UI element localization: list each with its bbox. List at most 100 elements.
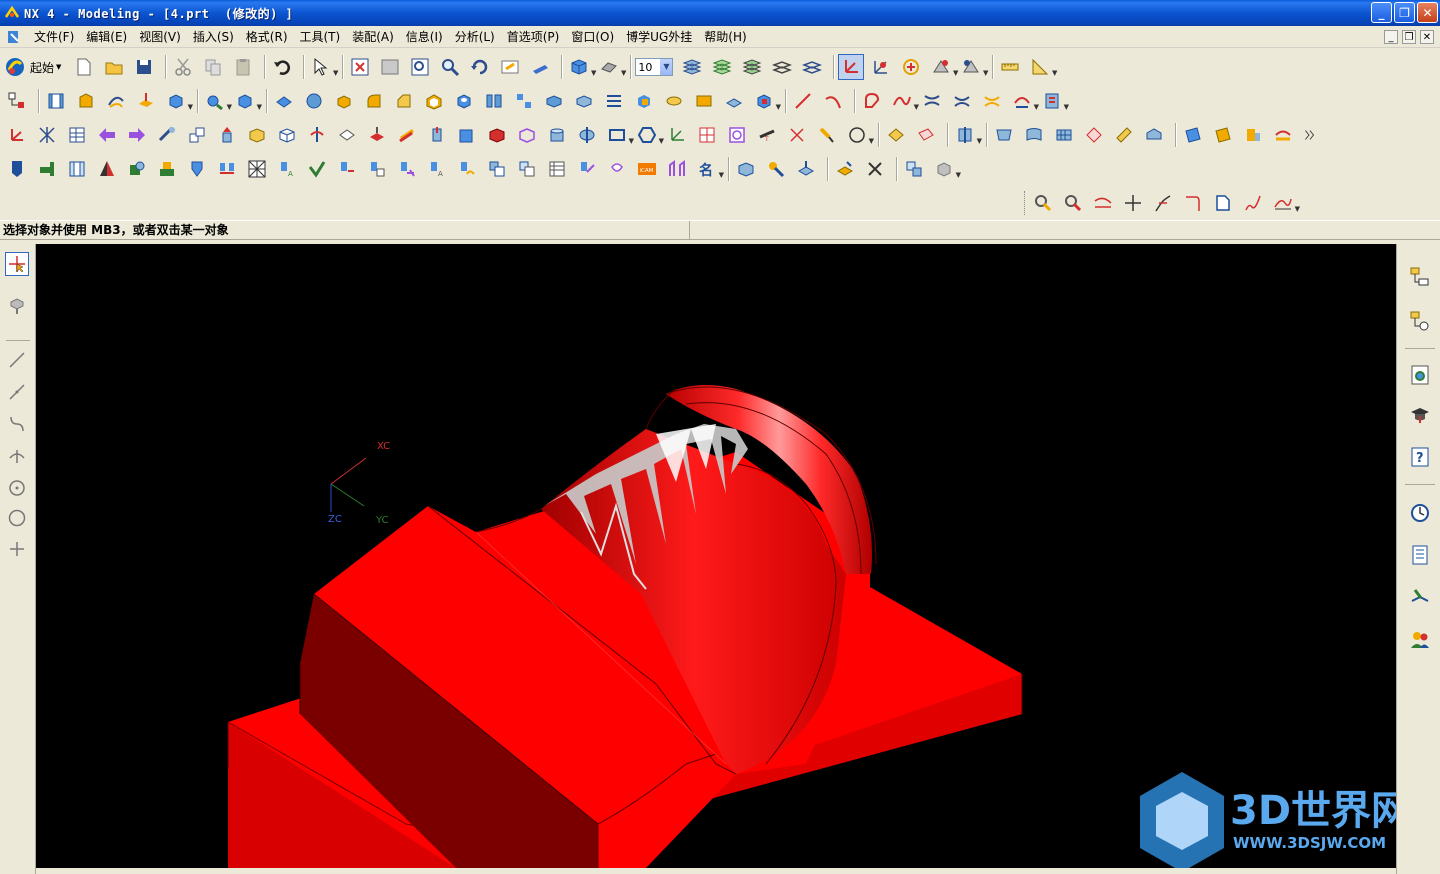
wcs-save-button[interactable]: ▼: [958, 54, 988, 80]
extension-button[interactable]: [1240, 122, 1266, 148]
zoom-window-button[interactable]: [377, 54, 403, 80]
project-curve-button[interactable]: [979, 88, 1005, 114]
save-button[interactable]: [131, 54, 157, 80]
helix-button[interactable]: [784, 122, 810, 148]
selection-button[interactable]: ▼: [308, 54, 338, 80]
scale-body-button[interactable]: ▼: [751, 88, 781, 114]
bridge-surface-button[interactable]: [1111, 122, 1137, 148]
smooth-spline-button[interactable]: ▼: [1270, 190, 1300, 216]
naming-button[interactable]: 名 ▼: [694, 156, 724, 182]
perspective-button[interactable]: [527, 54, 553, 80]
curve-analysis-button[interactable]: ▼: [1039, 88, 1069, 114]
spline-button[interactable]: [5, 412, 29, 436]
doc-restore-button[interactable]: ❐: [1402, 30, 1416, 44]
training-tab[interactable]: [1407, 402, 1433, 428]
layer-copy-button[interactable]: [799, 54, 825, 80]
wave-button[interactable]: [832, 156, 858, 182]
sphere-button[interactable]: [301, 88, 327, 114]
wcs-dynamics-button[interactable]: [838, 54, 865, 80]
part-navigator-button[interactable]: [4, 88, 30, 114]
spline-tool-button[interactable]: ▼: [889, 88, 919, 114]
menu-information[interactable]: 信息(I): [400, 28, 449, 45]
layer-category-button[interactable]: [739, 54, 765, 80]
divide-curve-button[interactable]: [1150, 190, 1176, 216]
edit-feature-button[interactable]: ▼: [202, 88, 232, 114]
cavity-button[interactable]: [664, 156, 690, 182]
family-mold-button[interactable]: [154, 156, 180, 182]
menu-format[interactable]: 格式(R): [240, 28, 294, 45]
point-set-button[interactable]: [34, 122, 60, 148]
process-studio-tab[interactable]: [1407, 542, 1433, 568]
transform-button[interactable]: [154, 122, 180, 148]
bridge-curve-button[interactable]: [949, 88, 975, 114]
split-body-button[interactable]: [661, 88, 687, 114]
shell-button[interactable]: [421, 88, 447, 114]
offset-surface-button[interactable]: [1210, 122, 1236, 148]
circle-button[interactable]: [724, 122, 750, 148]
browser-tab[interactable]: [1407, 362, 1433, 388]
draft-button[interactable]: [481, 88, 507, 114]
line-point-button[interactable]: [5, 380, 29, 404]
doc-minimize-button[interactable]: _: [1384, 30, 1398, 44]
menu-insert[interactable]: 插入(S): [187, 28, 240, 45]
move-right-button[interactable]: [124, 122, 150, 148]
marker-button[interactable]: [814, 122, 840, 148]
open-button[interactable]: [101, 54, 127, 80]
line-tool-button[interactable]: [790, 88, 816, 114]
trim-curve-button[interactable]: [1090, 190, 1116, 216]
menu-preferences[interactable]: 首选项(P): [501, 28, 566, 45]
rotate-button[interactable]: [467, 54, 493, 80]
standard-part-button[interactable]: A: [274, 156, 300, 182]
trim-body-button[interactable]: [631, 88, 657, 114]
wire-box-button[interactable]: [274, 122, 300, 148]
toolbar-grip[interactable]: [1024, 191, 1027, 215]
copy-button[interactable]: [200, 54, 226, 80]
workpiece-button[interactable]: [94, 156, 120, 182]
new-button[interactable]: [71, 54, 97, 80]
sub-insert-button[interactable]: [364, 156, 390, 182]
menu-edit[interactable]: 编辑(E): [80, 28, 133, 45]
intersection-curve-button[interactable]: ▼: [1009, 88, 1039, 114]
large-surface-button[interactable]: [1180, 122, 1206, 148]
mold-csys-button[interactable]: [34, 156, 60, 182]
electrode-button[interactable]: [484, 156, 510, 182]
menu-help[interactable]: 帮助(H): [698, 28, 752, 45]
graphics-window[interactable]: XC YC ZC 3D世界网 WWW.3DSJW.COM: [36, 244, 1396, 868]
blend-button[interactable]: [361, 88, 387, 114]
swept-button[interactable]: [1051, 122, 1077, 148]
thicken-button[interactable]: [721, 88, 747, 114]
mirror-body-button[interactable]: [541, 88, 567, 114]
fit-button[interactable]: [347, 54, 373, 80]
assembly-button[interactable]: [733, 156, 759, 182]
sketch-button[interactable]: [43, 88, 69, 114]
extrude-button[interactable]: [73, 88, 99, 114]
wcs-rotate-button[interactable]: [898, 54, 924, 80]
drafting-button[interactable]: ▼: [1027, 54, 1057, 80]
point-button[interactable]: [5, 444, 29, 468]
plane-section-button[interactable]: [364, 122, 390, 148]
minimize-button[interactable]: _: [1371, 2, 1392, 23]
csys-button[interactable]: [664, 122, 690, 148]
ejector-pin-button[interactable]: [304, 156, 330, 182]
instance-button[interactable]: [511, 88, 537, 114]
font-size-select[interactable]: 10 ▼: [635, 58, 674, 76]
polygon-button[interactable]: ▼: [634, 122, 664, 148]
gate-button[interactable]: [394, 156, 420, 182]
close-button[interactable]: ✕: [1417, 2, 1438, 23]
axis-button[interactable]: [574, 122, 600, 148]
menu-window[interactable]: 窗口(O): [565, 28, 620, 45]
ellipse-button[interactable]: ▼: [844, 122, 874, 148]
through-mesh-button[interactable]: [1021, 122, 1047, 148]
doc-close-button[interactable]: ✕: [1420, 30, 1434, 44]
ruled-button[interactable]: [991, 122, 1017, 148]
slider-button[interactable]: [334, 156, 360, 182]
crosshair-button[interactable]: [5, 537, 29, 561]
revolve-curve-button[interactable]: [304, 122, 330, 148]
layer-visible-button[interactable]: [709, 54, 735, 80]
document-icon[interactable]: [6, 29, 22, 45]
view-tool-button[interactable]: [901, 156, 927, 182]
sew-button[interactable]: [601, 88, 627, 114]
rectangle-button[interactable]: ▼: [604, 122, 634, 148]
zoom-button[interactable]: [437, 54, 463, 80]
cut-button[interactable]: [170, 54, 196, 80]
